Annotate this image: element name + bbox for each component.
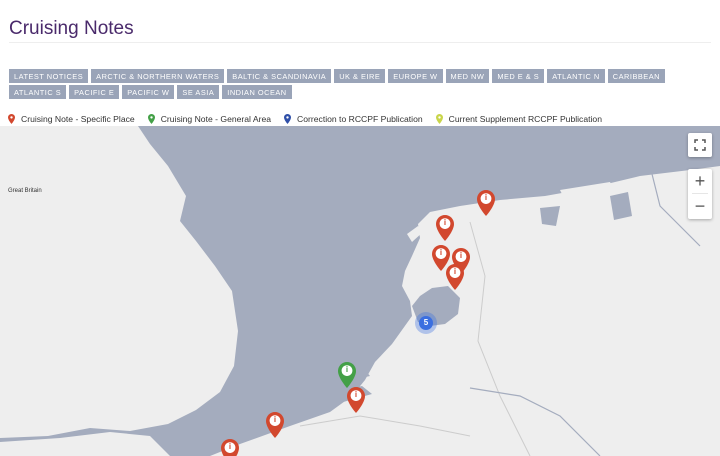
legend-label: Cruising Note - Specific Place <box>21 114 135 124</box>
tab-indian-ocean[interactable]: INDIAN OCEAN <box>222 85 292 99</box>
marker-specific-place[interactable]: i <box>436 215 454 246</box>
marker-glyph: i <box>439 248 443 257</box>
region-tabs: LATEST NOTICES ARCTIC & NORTHERN WATERS … <box>9 69 709 99</box>
fullscreen-icon <box>694 139 706 151</box>
tab-pacific-e[interactable]: PACIFIC E <box>69 85 120 99</box>
marker-glyph: i <box>345 365 349 374</box>
legend-label: Current Supplement RCCPF Publication <box>448 114 602 124</box>
map-legend: Cruising Note - Specific Place Cruising … <box>8 114 615 124</box>
land-great-britain <box>0 126 238 438</box>
page-title: Cruising Notes <box>9 18 134 39</box>
zoom-out-button[interactable]: − <box>688 194 712 218</box>
cluster-count: 5 <box>423 318 429 327</box>
land-continent <box>210 126 720 456</box>
title-divider <box>9 42 711 43</box>
marker-specific-place[interactable]: i <box>266 412 284 443</box>
map-view[interactable]: Great Britain + − 5 i i i i i i i i i <box>0 126 720 456</box>
tab-pacific-w[interactable]: PACIFIC W <box>122 85 175 99</box>
tab-atlantic-s[interactable]: ATLANTIC S <box>9 85 67 99</box>
tab-latest-notices[interactable]: LATEST NOTICES <box>9 69 89 83</box>
tab-europe-w[interactable]: EUROPE W <box>388 69 443 83</box>
map-pin-icon <box>8 114 15 124</box>
marker-cluster[interactable]: 5 <box>415 312 437 334</box>
marker-glyph: i <box>273 415 277 424</box>
fullscreen-button[interactable] <box>688 133 712 157</box>
marker-glyph: i <box>354 390 358 399</box>
zoom-controls: + − <box>688 169 712 219</box>
tab-caribbean[interactable]: CARIBBEAN <box>607 69 665 83</box>
marker-glyph: i <box>459 251 463 260</box>
legend-item-current-supplement: Current Supplement RCCPF Publication <box>435 114 602 124</box>
tab-med-nw[interactable]: MED NW <box>445 69 490 83</box>
marker-glyph: i <box>443 218 447 227</box>
legend-item-specific-place: Cruising Note - Specific Place <box>8 114 135 124</box>
tab-med-e-s[interactable]: MED E & S <box>492 69 545 83</box>
marker-glyph: i <box>228 442 232 451</box>
map-region-label: Great Britain <box>8 188 42 194</box>
marker-glyph: i <box>484 193 488 202</box>
zoom-in-button[interactable]: + <box>688 169 712 193</box>
marker-specific-place[interactable]: i <box>221 439 239 456</box>
tab-baltic-scandinavia[interactable]: BALTIC & SCANDINAVIA <box>227 69 332 83</box>
legend-label: Cruising Note - General Area <box>160 114 272 124</box>
marker-specific-place[interactable]: i <box>477 190 495 221</box>
marker-glyph: i <box>453 267 457 276</box>
marker-specific-place[interactable]: i <box>347 387 365 418</box>
legend-label: Correction to RCCPF Publication <box>297 114 423 124</box>
legend-item-general-area: Cruising Note - General Area <box>147 114 272 124</box>
map-pin-icon <box>147 114 155 124</box>
tab-arctic-northern-waters[interactable]: ARCTIC & NORTHERN WATERS <box>91 69 225 83</box>
map-pin-icon <box>435 114 443 124</box>
marker-specific-place[interactable]: i <box>446 264 464 295</box>
legend-item-correction: Correction to RCCPF Publication <box>284 114 423 124</box>
tab-atlantic-n[interactable]: ATLANTIC N <box>547 69 605 83</box>
tab-uk-eire[interactable]: UK & EIRE <box>334 69 386 83</box>
tab-se-asia[interactable]: SE ASIA <box>177 85 220 99</box>
map-pin-icon <box>284 114 292 124</box>
